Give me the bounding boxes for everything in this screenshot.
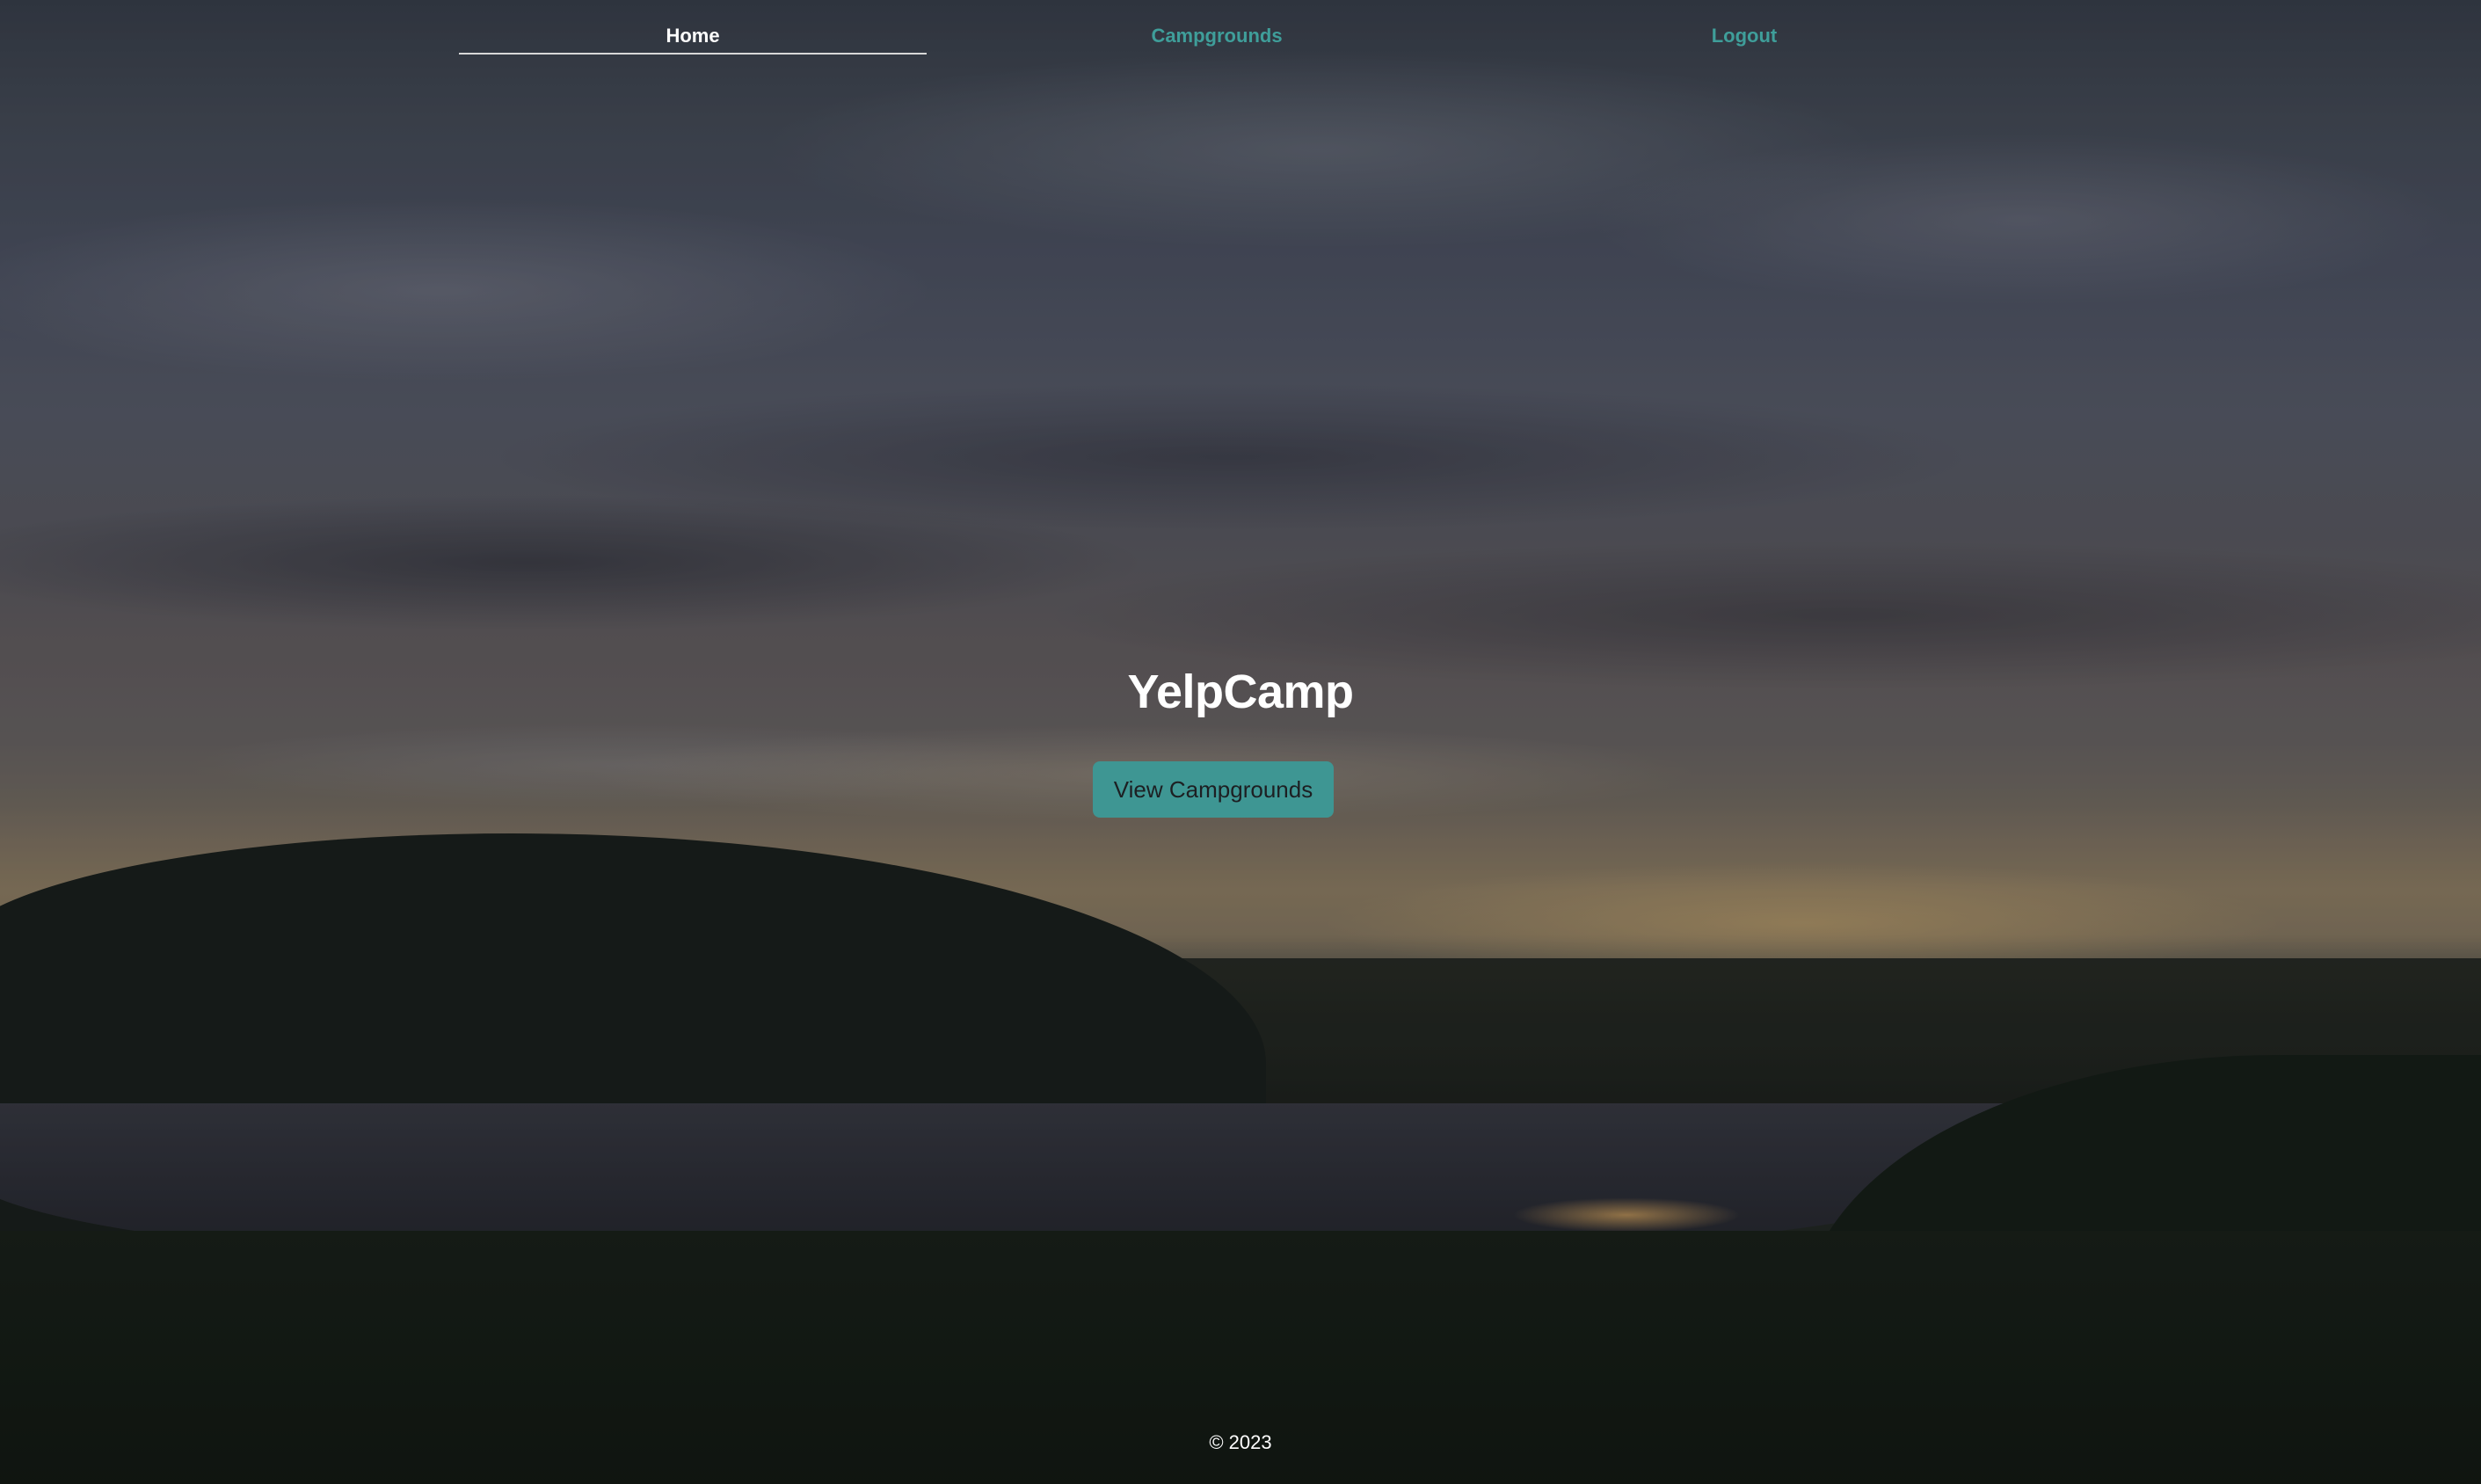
footer-copyright: © 2023 bbox=[1209, 1431, 1272, 1453]
nav-campgrounds-link[interactable]: Campgrounds bbox=[927, 0, 1507, 47]
nav-logout-link[interactable]: Logout bbox=[1507, 0, 1982, 47]
hero-title: YelpCamp bbox=[1127, 666, 1354, 718]
view-campgrounds-button[interactable]: View Campgrounds bbox=[1093, 761, 1334, 818]
top-nav: Home Campgrounds Logout bbox=[459, 0, 2026, 56]
nav-home-link[interactable]: Home bbox=[459, 0, 927, 55]
background-landscape-image bbox=[0, 0, 2481, 1484]
dark-overlay bbox=[0, 0, 2481, 1484]
